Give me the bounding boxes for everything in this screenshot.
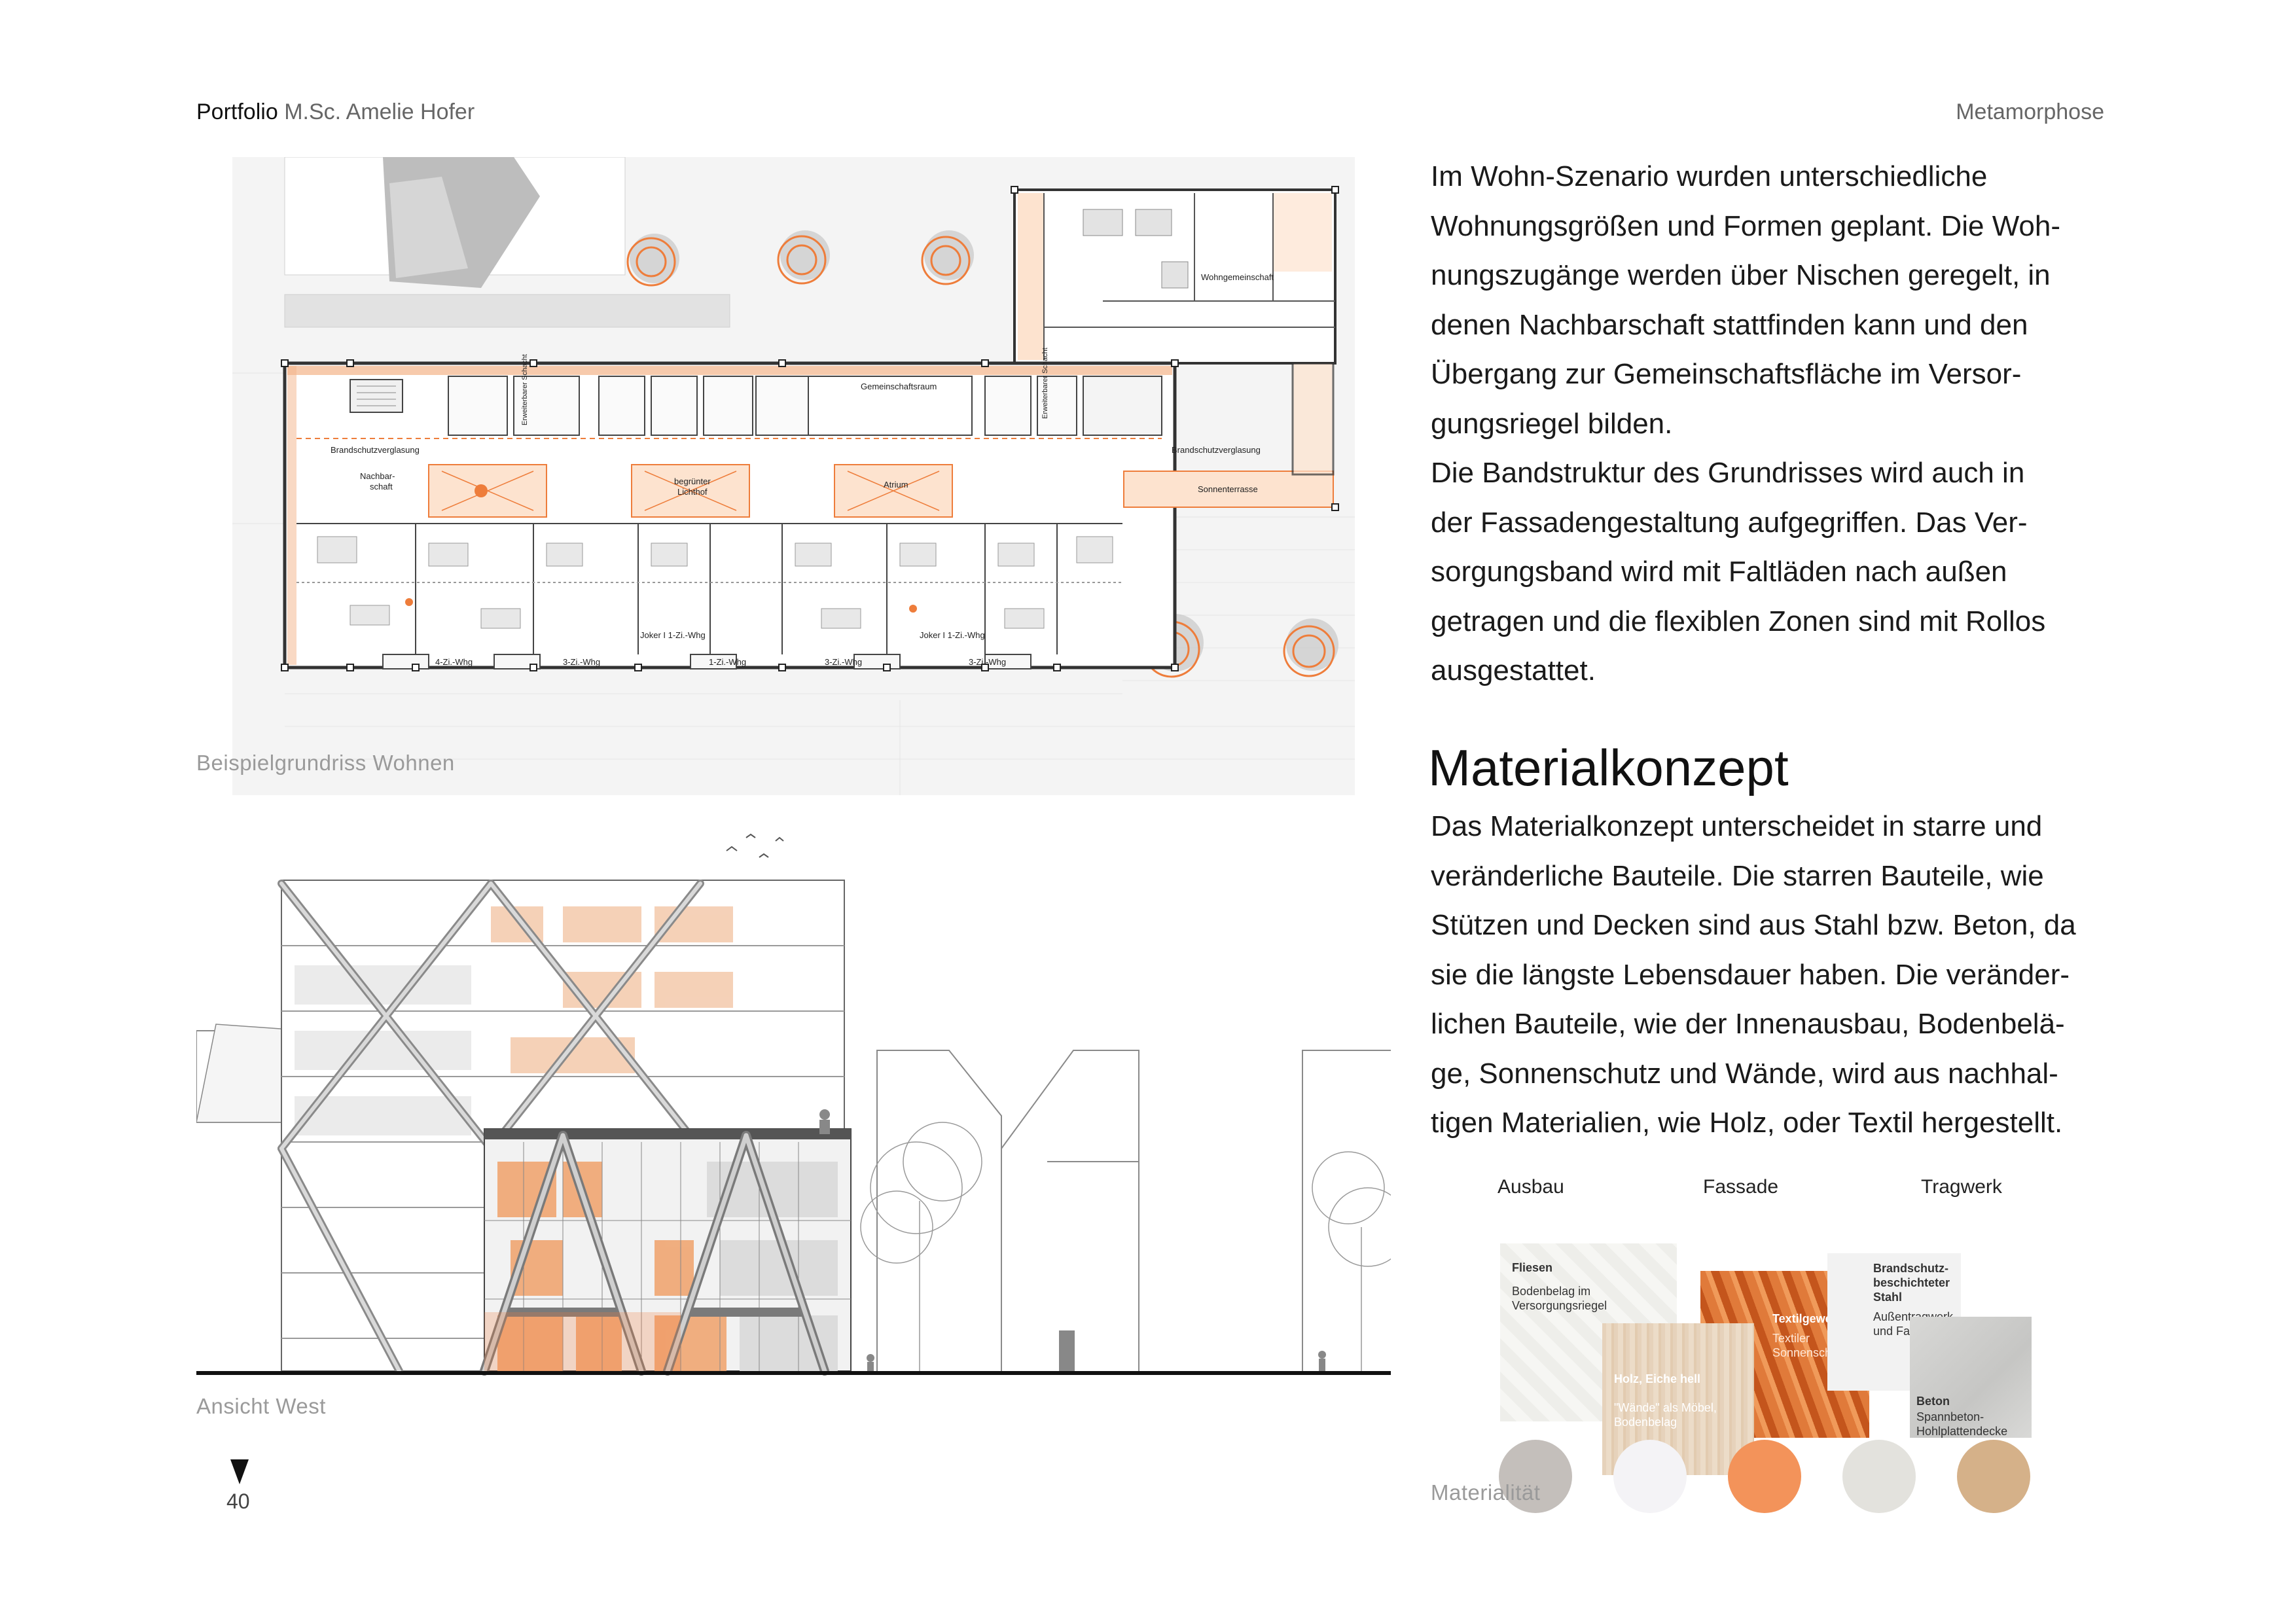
- floorplan-caption: Beispielgrundriss Wohnen: [196, 751, 455, 775]
- color-swatch-circle: [1957, 1440, 2030, 1513]
- paragraph-line: getragen und die flexiblen Zonen sind mi…: [1431, 605, 2046, 637]
- page-marker-icon: [230, 1459, 249, 1484]
- label-erweiterbar-1: Erweiterbarer Schacht: [521, 354, 529, 425]
- paragraph-line: tigen Materialien, wie Holz, oder Textil…: [1431, 1107, 2063, 1139]
- author-name: M.Sc. Amelie Hofer: [284, 99, 475, 124]
- portfolio-label: Portfolio: [196, 99, 278, 124]
- swatch-fliesen-desc: Bodenbelag im Versorgungsriegel: [1512, 1285, 1607, 1312]
- paragraph-line: ausgestattet.: [1431, 654, 1596, 687]
- label-lichthof: begrünter: [674, 476, 711, 486]
- label-brandschutz-right: Brandschutzverglasung: [1172, 445, 1261, 455]
- swatch-beton: Beton Spannbeton- Hohlplattendecke: [1910, 1317, 2032, 1438]
- column-tragwerk: Tragwerk: [1921, 1176, 2002, 1198]
- svg-text:schaft: schaft: [370, 482, 393, 491]
- swatch-fliesen-title: Fliesen: [1512, 1261, 1553, 1274]
- label-unit-3zi-a: 3-Zi.-Whg: [563, 657, 600, 667]
- paragraph-line: Im Wohn-Szenario wurden unterschiedliche: [1431, 160, 1988, 192]
- label-brandschutz-left: Brandschutzverglasung: [331, 445, 420, 455]
- paragraph-line: der Fassadengestaltung aufgegriffen. Das…: [1431, 506, 2028, 539]
- swatch-holz-desc: "Wände" als Möbel, Bodenbelag: [1614, 1401, 1717, 1429]
- label-wohngemeinschaft: Wohngemeinschaft: [1201, 272, 1274, 282]
- label-gemeinschaftsraum: Gemeinschaftsraum: [861, 382, 937, 391]
- label-nachbarschaft: Nachbar-: [360, 471, 395, 481]
- paragraph-line: ge, Sonnenschutz und Wände, wird aus nac…: [1431, 1057, 2058, 1090]
- swatch-holz-title: Holz, Eiche hell: [1614, 1372, 1701, 1385]
- label-unit-joker-b: Joker I 1-Zi.-Whg: [920, 630, 985, 640]
- column-ausbau: Ausbau: [1498, 1176, 1564, 1198]
- swatch-beton-title: Beton: [1916, 1395, 1950, 1408]
- paragraph-line: sie die längste Lebensdauer haben. Die v…: [1431, 958, 2070, 991]
- paragraph-line: Das Materialkonzept unterscheidet in sta…: [1431, 810, 2043, 842]
- elevation-caption: Ansicht West: [196, 1394, 326, 1418]
- elevation-drawing: [196, 821, 1408, 1384]
- label-unit-1zi: 1-Zi.-Whg: [709, 657, 746, 667]
- color-swatch-circle: [1613, 1440, 1687, 1513]
- material-caption: Materialität: [1431, 1480, 1541, 1505]
- label-unit-4zi: 4-Zi.-Whg: [435, 657, 473, 667]
- label-atrium: Atrium: [884, 480, 908, 490]
- section-heading: Materialkonzept: [1428, 739, 1789, 796]
- page-number: 40: [226, 1489, 250, 1513]
- svg-text:Lichthof: Lichthof: [677, 487, 708, 497]
- swatch-stahl-title: Brandschutz- beschichteter Stahl: [1873, 1262, 1950, 1304]
- scenario-paragraph: Im Wohn-Szenario wurden unterschiedliche…: [1431, 152, 2151, 696]
- label-sonnenterrasse: Sonnenterrasse: [1198, 484, 1258, 494]
- material-paragraph: Das Materialkonzept unterscheidet in sta…: [1431, 802, 2170, 1148]
- paragraph-line: Stützen und Decken sind aus Stahl bzw. B…: [1431, 909, 2076, 941]
- paragraph-line: sorgungsband wird mit Faltläden nach auß…: [1431, 556, 2007, 588]
- column-fassade: Fassade: [1703, 1176, 1779, 1198]
- paragraph-line: denen Nachbarschaft stattfinden kann und…: [1431, 308, 2028, 341]
- color-swatch-circle: [1842, 1440, 1916, 1513]
- paragraph-line: veränderliche Bauteile. Die starren Baut…: [1431, 859, 2044, 892]
- floorplan-drawing: Wohngemeinschaft Sonnenterrasse Gemeinsc…: [232, 156, 1355, 795]
- color-swatch-circle: [1728, 1440, 1801, 1513]
- swatch-beton-desc: Spannbeton- Hohlplattendecke: [1916, 1410, 2008, 1438]
- page-header-left: Portfolio M.Sc. Amelie Hofer: [196, 99, 475, 125]
- label-unit-joker-a: Joker I 1-Zi.-Whg: [640, 630, 706, 640]
- paragraph-line: gungsriegel bilden.: [1431, 407, 1673, 440]
- paragraph-line: nungszugänge werden über Nischen geregel…: [1431, 259, 2051, 291]
- paragraph-line: Wohnungsgrößen und Formen geplant. Die W…: [1431, 209, 2061, 242]
- label-unit-3zi-b: 3-Zi.-Whg: [825, 657, 862, 667]
- label-erweiterbar-2: Erweiterbarer Schacht: [1041, 348, 1049, 419]
- paragraph-line: Übergang zur Gemeinschaftsfläche im Vers…: [1431, 358, 2022, 390]
- paragraph-line: Die Bandstruktur des Grundrisses wird au…: [1431, 457, 2025, 489]
- project-title: Metamorphose: [1956, 99, 2104, 124]
- paragraph-line: lichen Bauteile, wie der Innenausbau, Bo…: [1431, 1008, 2065, 1040]
